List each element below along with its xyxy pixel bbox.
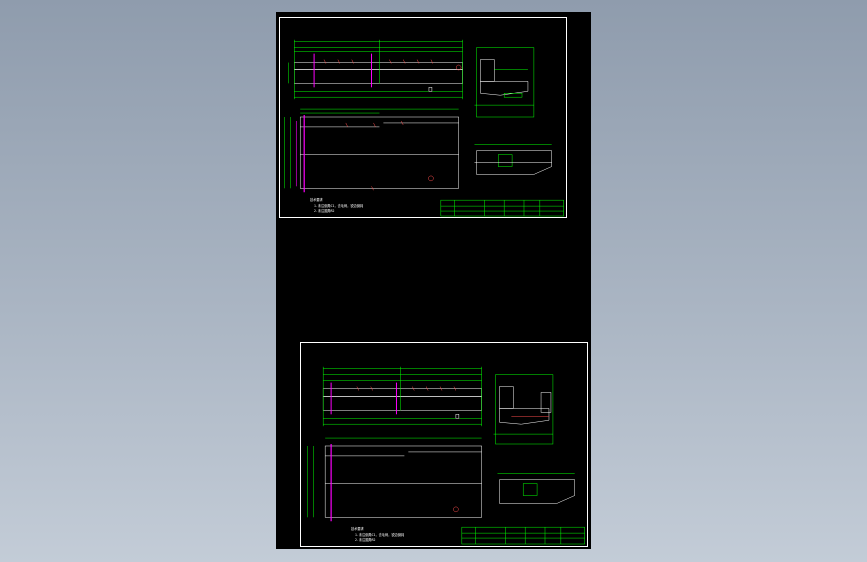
- drawing-sheet-top[interactable]: 技术要求 1.未注倒角C1，去毛刺，锐边倒钝 2.未注圆角R2: [279, 17, 567, 218]
- side-view-frame: [495, 374, 554, 445]
- notes-heading: 技术要求: [310, 198, 323, 202]
- part-front-view-outline: [299, 116, 459, 189]
- notes-heading: 技术要求: [351, 527, 364, 531]
- note-line-2: 2.未注圆角R2: [314, 209, 335, 213]
- note-line-1: 1.未注倒角C1，去毛刺，锐边倒钝: [314, 204, 364, 208]
- sheet-top-drawing: [284, 39, 564, 217]
- part-front-view-outline: [324, 445, 482, 518]
- title-block: [461, 526, 585, 545]
- part-top-view-outline: [322, 396, 482, 411]
- part-top-view-outline: [294, 69, 463, 84]
- note-line-2: 2.未注圆角R2: [355, 538, 376, 542]
- side-view-frame: [476, 47, 535, 118]
- drawing-canvas[interactable]: 技术要求 1.未注倒角C1，去毛刺，锐边倒钝 2.未注圆角R2 技术要求 1.未…: [276, 12, 591, 549]
- drawing-sheet-bottom[interactable]: 技术要求 1.未注倒角C1，去毛刺，锐边倒钝 2.未注圆角R2: [300, 342, 588, 547]
- sheet-bottom-drawing: [307, 366, 585, 545]
- note-line-1: 1.未注倒角C1，去毛刺，锐边倒钝: [355, 533, 405, 537]
- title-block: [440, 199, 564, 217]
